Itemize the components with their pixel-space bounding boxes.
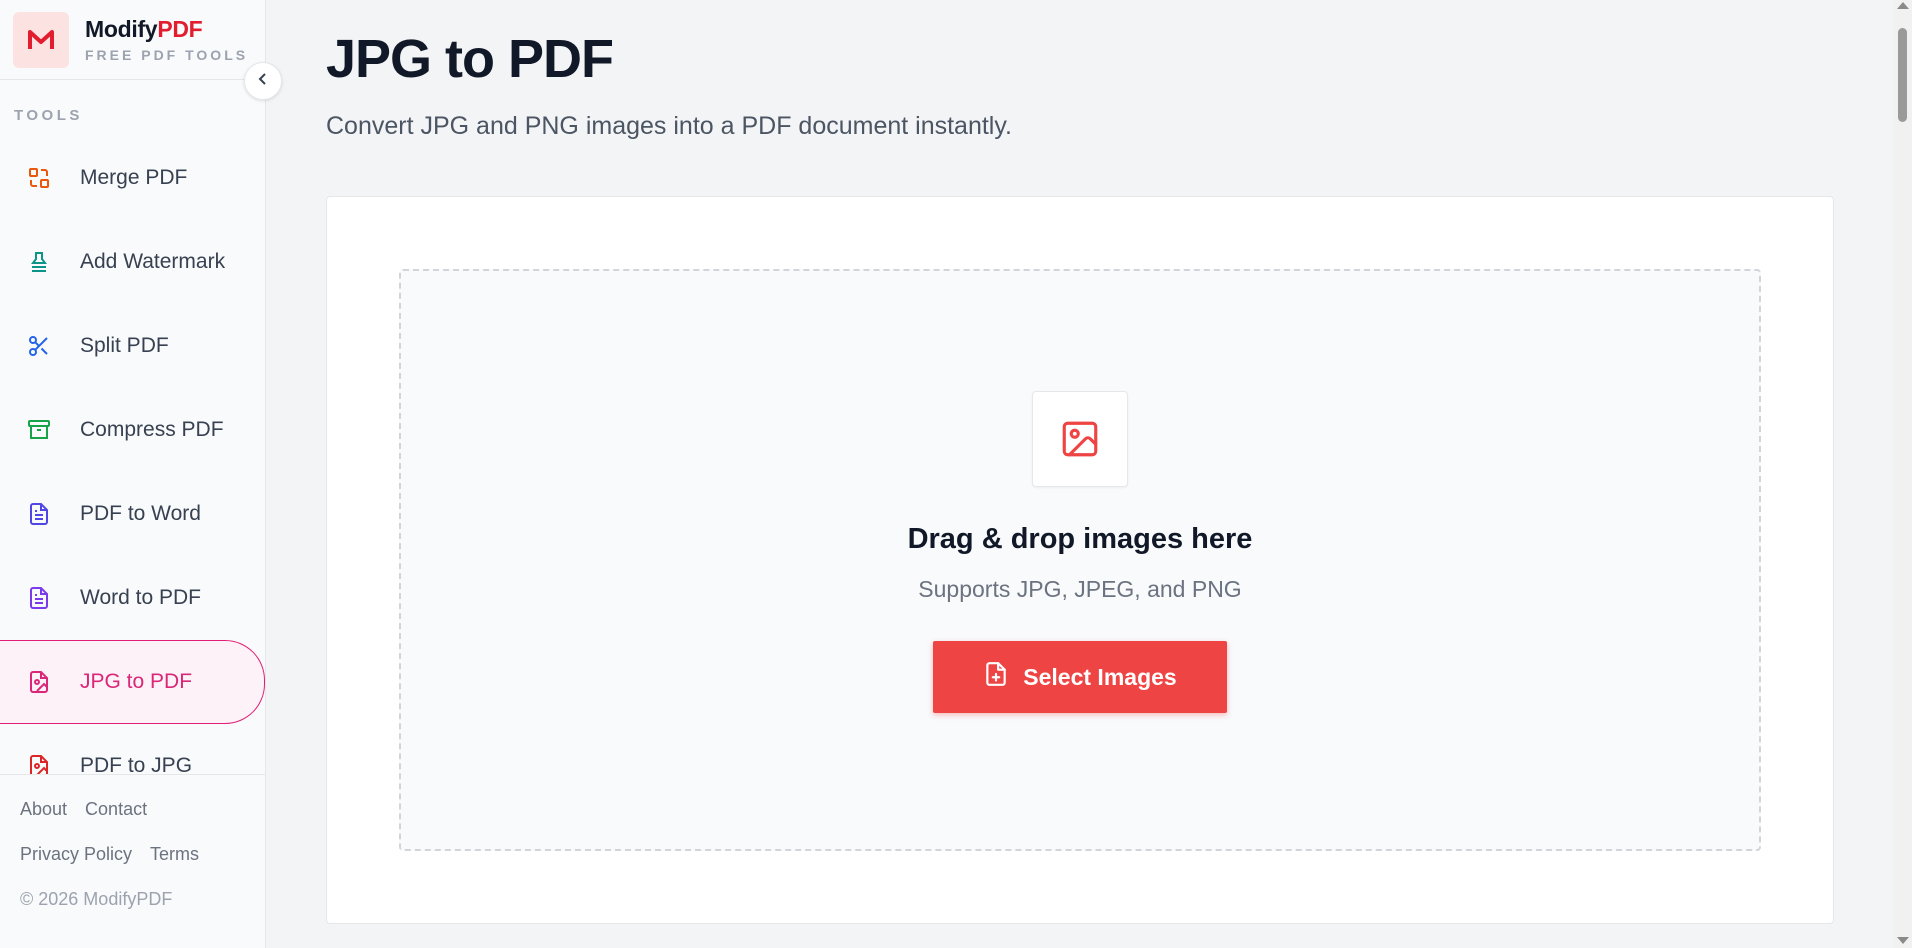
archive-icon xyxy=(26,417,52,443)
sidebar-item-label: Merge PDF xyxy=(80,166,188,189)
upload-card: Drag & drop images here Supports JPG, JP… xyxy=(326,196,1834,924)
stamp-icon xyxy=(26,249,52,275)
sidebar-item-compress-pdf[interactable]: Compress PDF xyxy=(0,388,266,472)
brand[interactable]: ModifyPDF FREE PDF TOOLS xyxy=(0,0,265,80)
dropzone[interactable]: Drag & drop images here Supports JPG, JP… xyxy=(399,269,1761,851)
sidebar-item-word-to-pdf[interactable]: Word to PDF xyxy=(0,556,266,640)
privacy-policy-link[interactable]: Privacy Policy xyxy=(20,844,132,865)
document-icon xyxy=(26,585,52,611)
sidebar-item-label: JPG to PDF xyxy=(80,670,193,693)
page-subtitle: Convert JPG and PNG images into a PDF do… xyxy=(326,112,1012,140)
brand-tagline: FREE PDF TOOLS xyxy=(85,47,249,63)
file-plus-icon xyxy=(983,661,1009,693)
sidebar-item-label: PDF to Word xyxy=(80,502,201,525)
image-file-icon xyxy=(26,669,52,695)
terms-link[interactable]: Terms xyxy=(150,844,199,865)
scissors-icon xyxy=(26,333,52,359)
sidebar-footer: About Contact Privacy Policy Terms © 202… xyxy=(0,774,266,910)
main-content: JPG to PDF Convert JPG and PNG images in… xyxy=(267,0,1885,948)
sidebar-item-label: Add Watermark xyxy=(80,250,226,273)
sidebar-item-merge-pdf[interactable]: Merge PDF xyxy=(0,136,266,220)
sidebar-item-label: Compress PDF xyxy=(80,418,224,441)
copyright-text: © 2026 ModifyPDF xyxy=(20,889,173,909)
sidebar-item-label: Split PDF xyxy=(80,334,169,357)
page-scrollbar[interactable] xyxy=(1893,0,1912,948)
merge-icon xyxy=(26,165,52,191)
tools-nav: Merge PDF Add Watermark Split PDF Compre… xyxy=(0,136,266,774)
contact-link[interactable]: Contact xyxy=(85,799,147,820)
image-file-icon xyxy=(26,753,52,774)
page-title: JPG to PDF xyxy=(326,29,614,89)
sidebar: ModifyPDF FREE PDF TOOLS TOOLS Merge PDF… xyxy=(0,0,266,948)
tools-section-label: TOOLS xyxy=(14,107,83,124)
about-link[interactable]: About xyxy=(20,799,67,820)
brand-name: ModifyPDF xyxy=(85,16,203,42)
sidebar-item-split-pdf[interactable]: Split PDF xyxy=(0,304,266,388)
scrollbar-thumb[interactable] xyxy=(1898,28,1907,122)
sidebar-item-label: Word to PDF xyxy=(80,586,201,609)
scroll-up-arrow-icon[interactable] xyxy=(1897,2,1909,9)
dropzone-title: Drag & drop images here xyxy=(907,523,1253,555)
select-images-label: Select Images xyxy=(1023,663,1177,690)
scroll-down-arrow-icon[interactable] xyxy=(1897,937,1909,944)
image-icon xyxy=(1032,391,1128,487)
sidebar-item-pdf-to-jpg[interactable]: PDF to JPG xyxy=(0,724,266,774)
modifypdf-logo-icon xyxy=(13,11,69,68)
document-icon xyxy=(26,501,52,527)
sidebar-item-jpg-to-pdf[interactable]: JPG to PDF xyxy=(0,640,265,724)
sidebar-item-label: PDF to JPG xyxy=(80,754,193,774)
dropzone-subtitle: Supports JPG, JPEG, and PNG xyxy=(918,576,1242,602)
sidebar-item-pdf-to-word[interactable]: PDF to Word xyxy=(0,472,266,556)
chevron-left-icon xyxy=(255,71,271,92)
sidebar-collapse-button[interactable] xyxy=(244,62,282,100)
select-images-button[interactable]: Select Images xyxy=(933,641,1227,713)
sidebar-item-add-watermark[interactable]: Add Watermark xyxy=(0,220,266,304)
